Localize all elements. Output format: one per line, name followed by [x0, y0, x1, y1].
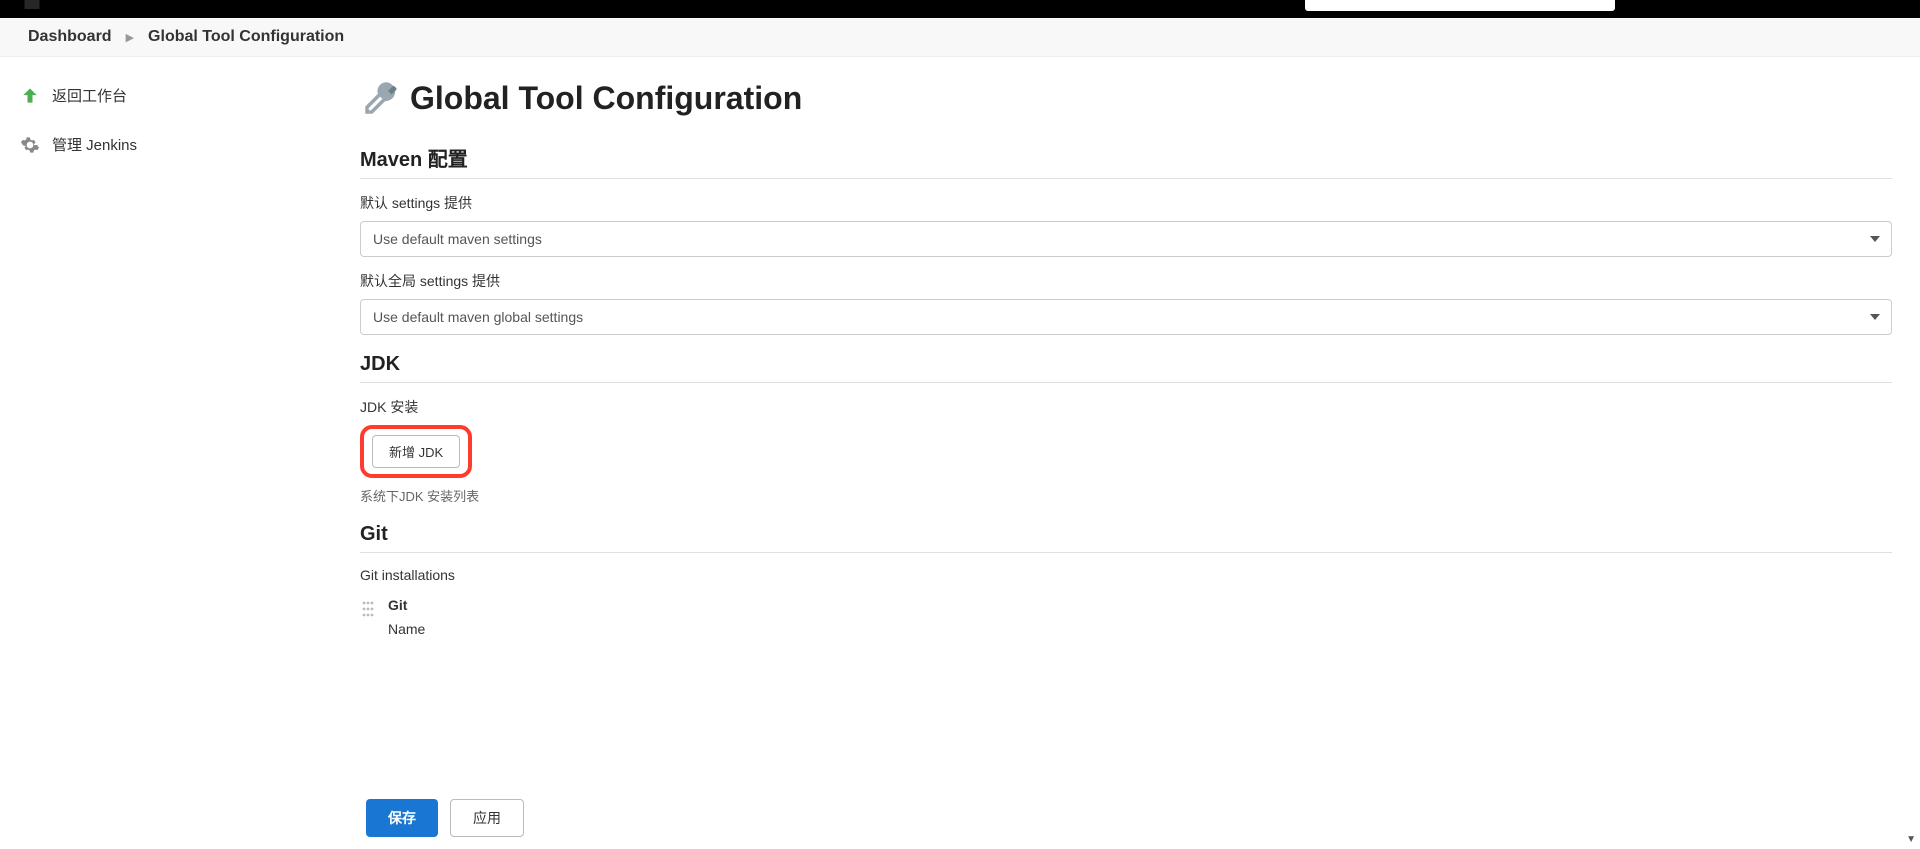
git-entry-title: Git — [388, 597, 425, 613]
sidebar: 返回工作台 管理 Jenkins — [0, 57, 340, 737]
git-install-entry: Git Name — [360, 597, 1892, 637]
sidebar-item-label: 管理 Jenkins — [52, 134, 137, 155]
gear-icon — [20, 135, 40, 155]
git-installations-label: Git installations — [360, 567, 1892, 583]
section-heading-jdk: JDK — [360, 353, 1892, 383]
section-heading-git: Git — [360, 523, 1892, 553]
section-heading-maven: Maven 配置 — [360, 143, 1892, 179]
search-input[interactable] — [1305, 0, 1615, 11]
apply-button[interactable]: 应用 — [450, 799, 524, 837]
breadcrumb-current[interactable]: Global Tool Configuration — [148, 28, 344, 46]
maven-global-settings-label: 默认全局 settings 提供 — [360, 271, 1892, 291]
jdk-install-label: JDK 安装 — [360, 397, 1892, 417]
sidebar-item-back[interactable]: 返回工作台 — [18, 77, 322, 114]
drag-handle-icon[interactable] — [360, 599, 376, 619]
top-header-bar — [0, 0, 1920, 18]
jenkins-logo-icon — [20, 0, 44, 15]
git-name-label: Name — [388, 621, 425, 637]
breadcrumb: Dashboard ▶ Global Tool Configuration — [0, 18, 1920, 57]
save-button[interactable]: 保存 — [366, 799, 438, 837]
add-jdk-button[interactable]: 新增 JDK — [372, 435, 460, 468]
maven-settings-label: 默认 settings 提供 — [360, 193, 1892, 213]
sidebar-item-label: 返回工作台 — [52, 85, 127, 106]
maven-global-settings-select[interactable]: Use default maven global settings — [360, 299, 1892, 335]
page-title-text: Global Tool Configuration — [410, 80, 802, 117]
page-title: Global Tool Configuration — [360, 77, 1892, 119]
wrench-screwdriver-icon — [360, 77, 402, 119]
chevron-down-icon: ▼ — [1906, 834, 1916, 845]
chevron-right-icon: ▶ — [126, 31, 134, 44]
annotation-highlight: 新增 JDK — [360, 425, 472, 478]
arrow-up-icon — [20, 86, 40, 106]
main-content: Global Tool Configuration Maven 配置 默认 se… — [340, 57, 1920, 737]
jdk-helper-text: 系统下JDK 安装列表 — [360, 486, 1892, 505]
footer-buttons: 保存 应用 — [366, 799, 524, 837]
sidebar-item-manage[interactable]: 管理 Jenkins — [18, 126, 322, 163]
maven-settings-select[interactable]: Use default maven settings — [360, 221, 1892, 257]
breadcrumb-dashboard[interactable]: Dashboard — [28, 28, 112, 46]
